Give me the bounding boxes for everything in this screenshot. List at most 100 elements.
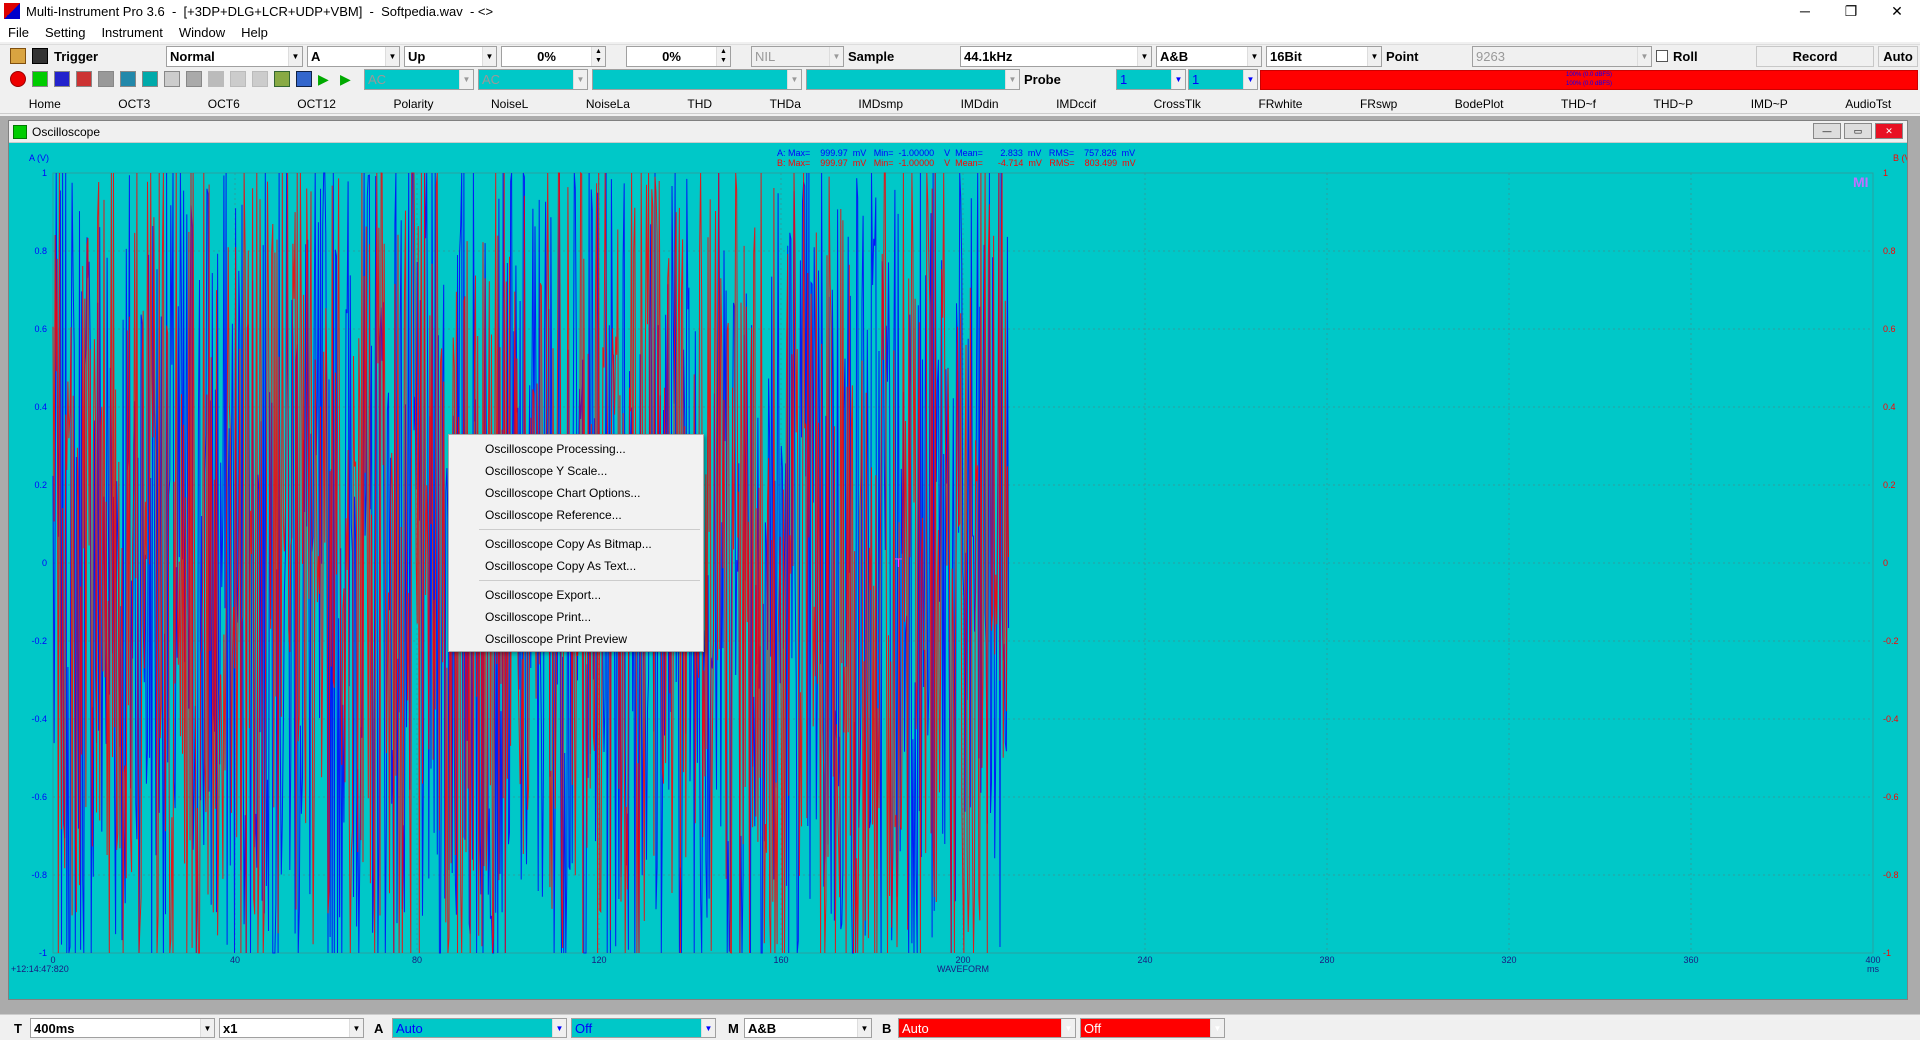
tab-audiotst[interactable]: AudioTst (1845, 97, 1891, 111)
spectrum-icon[interactable] (54, 71, 70, 87)
auto-button[interactable]: Auto (1878, 46, 1918, 67)
open-folder-icon[interactable] (10, 48, 26, 64)
channel-a-offset-select[interactable]: Off ▼ (571, 1018, 716, 1038)
nil-select[interactable]: NIL ▼ (751, 46, 844, 67)
menu-item-chart-options[interactable]: Oscilloscope Chart Options... (449, 482, 703, 504)
tab-thda[interactable]: THDa (770, 97, 801, 111)
channel-a-label: A (374, 1020, 384, 1036)
trigger-delay-spinner[interactable]: 0% ▲ ▼ (626, 46, 731, 67)
save-icon[interactable] (32, 48, 48, 64)
coupling-b-select[interactable]: AC ▼ (478, 69, 588, 90)
trigger-mode-select[interactable]: Normal ▼ (166, 46, 303, 67)
timebase-select[interactable]: 400ms ▼ (30, 1018, 215, 1038)
menu-item-print[interactable]: Oscilloscope Print... (449, 606, 703, 628)
oscilloscope-chart[interactable]: 0 40 80 120 160 200 240 280 320 360 4001 10.8 0.80.6… (9, 143, 1907, 999)
tab-imddin[interactable]: IMDdin (961, 97, 999, 111)
reference-b-select[interactable]: ▼ (806, 69, 1020, 90)
tab-home[interactable]: Home (29, 97, 61, 111)
menu-item-copy-bitmap[interactable]: Oscilloscope Copy As Bitmap... (449, 533, 703, 555)
tab-imdccif[interactable]: IMDccif (1056, 97, 1096, 111)
toolbar-secondary: ▶ ▶ AC ▼ AC ▼ ▼ ▼ Probe 1 ▼ 1 ▼ 100% (0.0 dB… (0, 68, 1920, 92)
tab-frswp[interactable]: FRswp (1360, 97, 1397, 111)
channel-b-range-select[interactable]: Auto ▼ (898, 1018, 1076, 1038)
trigger-edge-select[interactable]: Up ▼ (404, 46, 497, 67)
trigger-channel-select[interactable]: A ▼ (307, 46, 400, 67)
3d-plot-icon[interactable] (98, 71, 114, 87)
play-step-icon[interactable]: ▶ (340, 71, 356, 87)
bit-depth-select[interactable]: 16Bit ▼ (1266, 46, 1382, 67)
x-axis-unit: ms (1867, 964, 1879, 974)
tab-imd-p[interactable]: IMD~P (1751, 97, 1788, 111)
menu-item-y-scale[interactable]: Oscilloscope Y Scale... (449, 460, 703, 482)
points-select[interactable]: 9263 ▼ (1472, 46, 1652, 67)
menu-item-print-preview[interactable]: Oscilloscope Print Preview (449, 628, 703, 650)
tab-thd[interactable]: THD (687, 97, 712, 111)
tab-thd-f[interactable]: THD~f (1561, 97, 1596, 111)
close-button[interactable]: ✕ (1874, 0, 1920, 22)
menu-item-processing[interactable]: Oscilloscope Processing... (449, 438, 703, 460)
y-tick-label-right: -1 (1883, 948, 1891, 958)
menu-help[interactable]: Help (233, 25, 276, 40)
spectrogram-icon[interactable] (76, 71, 92, 87)
calibration-icon[interactable] (208, 71, 224, 87)
menu-item-export[interactable]: Oscilloscope Export... (449, 584, 703, 606)
x-tick-label: 80 (412, 955, 422, 965)
tab-oct3[interactable]: OCT3 (118, 97, 150, 111)
menu-item-reference[interactable]: Oscilloscope Reference... (449, 504, 703, 526)
oscilloscope-window: Oscilloscope — ▭ ✕ 0 40 80 120 160 200 240 280 3… (8, 120, 1908, 1000)
channel-mode-select[interactable]: A&B ▼ (1156, 46, 1262, 67)
osc-restore-button[interactable]: ▭ (1844, 123, 1872, 139)
meter-icon[interactable] (120, 71, 136, 87)
device-test-icon[interactable] (186, 71, 202, 87)
tab-frwhite[interactable]: FRwhite (1258, 97, 1302, 111)
tab-noisel[interactable]: NoiseL (491, 97, 528, 111)
y-tick-label-right: -0.6 (1883, 792, 1899, 802)
tab-imdsmp[interactable]: IMDsmp (858, 97, 903, 111)
menu-window[interactable]: Window (171, 25, 233, 40)
tab-thd-p[interactable]: THD~P (1654, 97, 1694, 111)
mdi-area: Oscilloscope — ▭ ✕ 0 40 80 120 160 200 240 280 3… (0, 116, 1920, 1014)
sample-rate-select[interactable]: 44.1kHz ▼ (960, 46, 1152, 67)
coupling-a-select[interactable]: AC ▼ (364, 69, 474, 90)
channel-a-range-select[interactable]: Auto ▼ (392, 1018, 567, 1038)
tab-crosstlk[interactable]: CrossTlk (1154, 97, 1201, 111)
menu-separator (479, 529, 700, 530)
wrench-icon[interactable] (274, 71, 290, 87)
tab-bodeplot[interactable]: BodePlot (1455, 97, 1504, 111)
play-icon[interactable]: ▶ (318, 71, 334, 87)
data-logger-icon[interactable] (142, 71, 158, 87)
tab-polarity[interactable]: Polarity (393, 97, 433, 111)
record-button[interactable]: Record (1756, 46, 1874, 67)
tab-noisela[interactable]: NoiseLa (586, 97, 630, 111)
record-dot-icon[interactable] (10, 71, 26, 87)
probe-b-select[interactable]: 1 ▼ (1188, 69, 1258, 90)
oscilloscope-icon[interactable] (32, 71, 48, 87)
zoom-select[interactable]: x1 ▼ (219, 1018, 364, 1038)
reference-a-select[interactable]: ▼ (592, 69, 802, 90)
menu-item-copy-text[interactable]: Oscilloscope Copy As Text... (449, 555, 703, 577)
tab-oct12[interactable]: OCT12 (297, 97, 336, 111)
probe-a-select[interactable]: 1 ▼ (1116, 69, 1186, 90)
menu-file[interactable]: File (0, 25, 37, 40)
roll-checkbox[interactable] (1656, 50, 1668, 62)
oscilloscope-window-icon (13, 124, 27, 139)
minimize-button[interactable]: ─ (1782, 0, 1828, 22)
trigger-level-spinner[interactable]: 0% ▲ ▼ (501, 46, 606, 67)
ab-compare-icon[interactable] (252, 71, 268, 87)
menu-setting[interactable]: Setting (37, 25, 93, 40)
speaker-icon[interactable] (296, 71, 312, 87)
menu-instrument[interactable]: Instrument (93, 25, 170, 40)
channel-b-offset-select[interactable]: Off ▼ (1080, 1018, 1225, 1038)
tab-oct6[interactable]: OCT6 (208, 97, 240, 111)
multi-chart-icon[interactable] (164, 71, 180, 87)
y-tick-label-right: 0.8 (1883, 246, 1896, 256)
menu-separator (479, 580, 700, 581)
lcr-icon[interactable] (230, 71, 246, 87)
maximize-button[interactable]: ❐ (1828, 0, 1874, 22)
chevron-down-icon: ▼ (200, 1019, 214, 1037)
osc-minimize-button[interactable]: — (1813, 123, 1841, 139)
y-tick-label-right: 1 (1883, 168, 1888, 178)
osc-close-button[interactable]: ✕ (1875, 123, 1903, 139)
chevron-down-icon: ▼ (482, 47, 496, 66)
display-mode-select[interactable]: A&B ▼ (744, 1018, 872, 1038)
